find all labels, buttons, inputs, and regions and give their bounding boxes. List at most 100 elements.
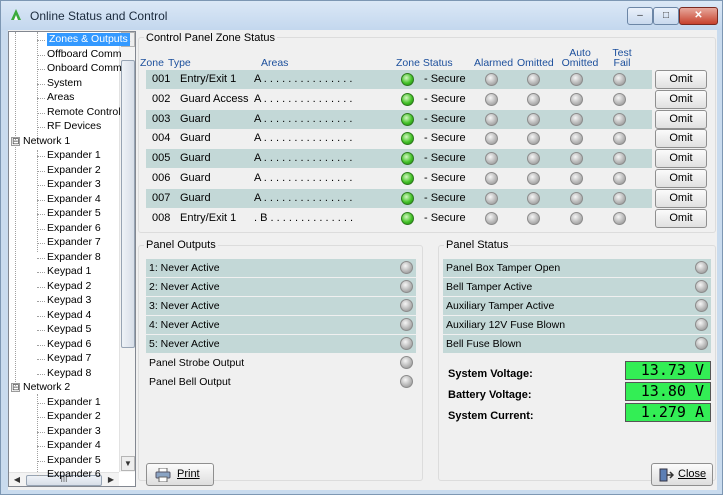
panel-output-label: 3: Never Active (149, 300, 220, 312)
zone-number: 002 (152, 92, 171, 105)
panel-output-led (400, 337, 413, 350)
panel-status-led (695, 261, 708, 274)
omit-zone-button[interactable]: Omit (655, 129, 707, 149)
tree-item[interactable]: Keypad 2 (47, 280, 91, 293)
panel-status-label: Auxiliary Tamper Active (446, 300, 555, 312)
navigation-tree[interactable]: ▲ ▼ ◀ III ▶ Zones & OutputsOffboard Comm… (8, 31, 136, 487)
tree-item[interactable]: Expander 2 (47, 164, 101, 177)
panel-status-label: Bell Tamper Active (446, 281, 533, 293)
tree-connector (37, 32, 38, 136)
tree-vertical-scrollbar[interactable]: ▲ ▼ (119, 32, 135, 472)
tree-connector (37, 112, 45, 114)
tree-item[interactable]: Offboard Comm (47, 48, 122, 61)
close-button[interactable]: Close (651, 463, 713, 486)
tree-item[interactable]: Keypad 6 (47, 338, 91, 351)
maximize-button[interactable]: □ (653, 7, 679, 25)
tree-connector (37, 475, 45, 476)
panel-output-led (400, 356, 413, 369)
omit-zone-button[interactable]: Omit (655, 70, 707, 89)
tree-item[interactable]: Expander 4 (47, 193, 101, 206)
close-button-label: Close (678, 468, 707, 480)
tree-item[interactable]: Network 2 (23, 381, 70, 394)
scroll-left-icon[interactable]: ◀ (10, 474, 24, 486)
tree-item[interactable]: Areas (47, 91, 74, 104)
tree-item[interactable]: Keypad 5 (47, 323, 91, 336)
tree-item[interactable]: Expander 1 (47, 149, 101, 162)
header-auto-omitted-text: Auto Omitted (561, 47, 599, 69)
zone-type: Guard (180, 152, 211, 165)
header-test-fail-text: Test Fail (612, 47, 632, 69)
scroll-right-icon[interactable]: ▶ (104, 474, 118, 486)
tree-item[interactable]: Expander 7 (47, 236, 101, 249)
tree-connector (37, 373, 45, 375)
close-window-button[interactable]: ✕ (679, 7, 718, 25)
tree-scroll-thumb[interactable] (121, 60, 135, 348)
tree-item[interactable]: Keypad 8 (47, 367, 91, 380)
print-button[interactable]: Print (146, 463, 214, 486)
tree-connector (37, 98, 45, 99)
tree-connector (37, 69, 45, 70)
tree-connector (37, 272, 45, 273)
tree-item[interactable]: Onboard Comm (47, 62, 122, 75)
panel-output-label: Panel Strobe Output (149, 357, 245, 369)
omit-zone-button[interactable]: Omit (655, 109, 707, 129)
panel-status-row: Bell Fuse Blown (443, 335, 711, 353)
tree-connector (37, 228, 45, 230)
zone-status-text: - Secure (424, 191, 466, 204)
test-fail-led (613, 92, 626, 106)
omit-zone-button[interactable]: Omit (655, 89, 707, 109)
omit-zone-button[interactable]: Omit (655, 188, 707, 208)
tree-item[interactable]: Expander 6 (47, 468, 101, 481)
omit-zone-button[interactable]: Omit (655, 169, 707, 188)
alarmed-led (485, 92, 498, 106)
tree-item[interactable]: Keypad 4 (47, 309, 91, 322)
zone-type: Guard (180, 191, 211, 204)
minimize-button[interactable]: – (627, 7, 653, 25)
scroll-down-icon[interactable]: ▼ (121, 456, 135, 471)
tree-connector (37, 150, 38, 252)
tree-connector (37, 257, 45, 259)
panel-output-row: 3: Never Active (146, 297, 416, 315)
tree-connector (37, 243, 45, 244)
tree-item[interactable]: Keypad 1 (47, 265, 91, 278)
tree-item[interactable]: Expander 4 (47, 439, 101, 452)
tree-connector (37, 286, 45, 288)
tree-item[interactable]: Expander 3 (47, 425, 101, 438)
tree-item[interactable]: Expander 3 (47, 178, 101, 191)
tree-item[interactable]: RF Devices (47, 120, 101, 133)
tree-item[interactable]: System (47, 77, 82, 90)
tree-connector (37, 431, 45, 433)
panel-status-label: Panel Box Tamper Open (446, 262, 561, 274)
alarmed-led (485, 211, 498, 225)
exit-door-icon (659, 468, 674, 482)
test-fail-led (613, 191, 626, 205)
tree-item[interactable]: Remote Control (47, 106, 121, 119)
alarmed-led (485, 172, 498, 185)
panel-output-led (400, 280, 413, 293)
omit-zone-button[interactable]: Omit (655, 149, 707, 169)
omitted-led (527, 73, 540, 86)
panel-status-row: Auxiliary 12V Fuse Blown (443, 316, 711, 334)
panel-output-row: 5: Never Active (146, 335, 416, 353)
system-voltage-display: 13.73 V (625, 361, 711, 380)
tree-item[interactable]: Keypad 7 (47, 352, 91, 365)
tree-item[interactable]: Expander 2 (47, 410, 101, 423)
tree-item[interactable]: Expander 8 (47, 251, 101, 264)
tree-item[interactable]: Zones & Outputs (47, 33, 130, 46)
tree-item[interactable]: Expander 6 (47, 222, 101, 235)
header-auto-omitted: Auto Omitted (558, 47, 602, 69)
auto-omitted-led (570, 211, 583, 225)
panel-output-label: 5: Never Active (149, 338, 220, 350)
tree-item[interactable]: Network 1 (23, 135, 70, 148)
tree-item[interactable]: Expander 1 (47, 396, 101, 409)
system-voltage-label: System Voltage: (448, 368, 533, 380)
tree-item[interactable]: Expander 5 (47, 454, 101, 467)
zone-type: Guard (180, 172, 211, 184)
tree-item[interactable]: Keypad 3 (47, 294, 91, 307)
tree-item[interactable]: Expander 5 (47, 207, 101, 220)
alarmed-led (485, 73, 498, 86)
tree-connector (37, 54, 45, 56)
header-alarmed: Alarmed (474, 57, 514, 69)
tree-connector (37, 446, 45, 447)
omit-zone-button[interactable]: Omit (655, 208, 707, 228)
